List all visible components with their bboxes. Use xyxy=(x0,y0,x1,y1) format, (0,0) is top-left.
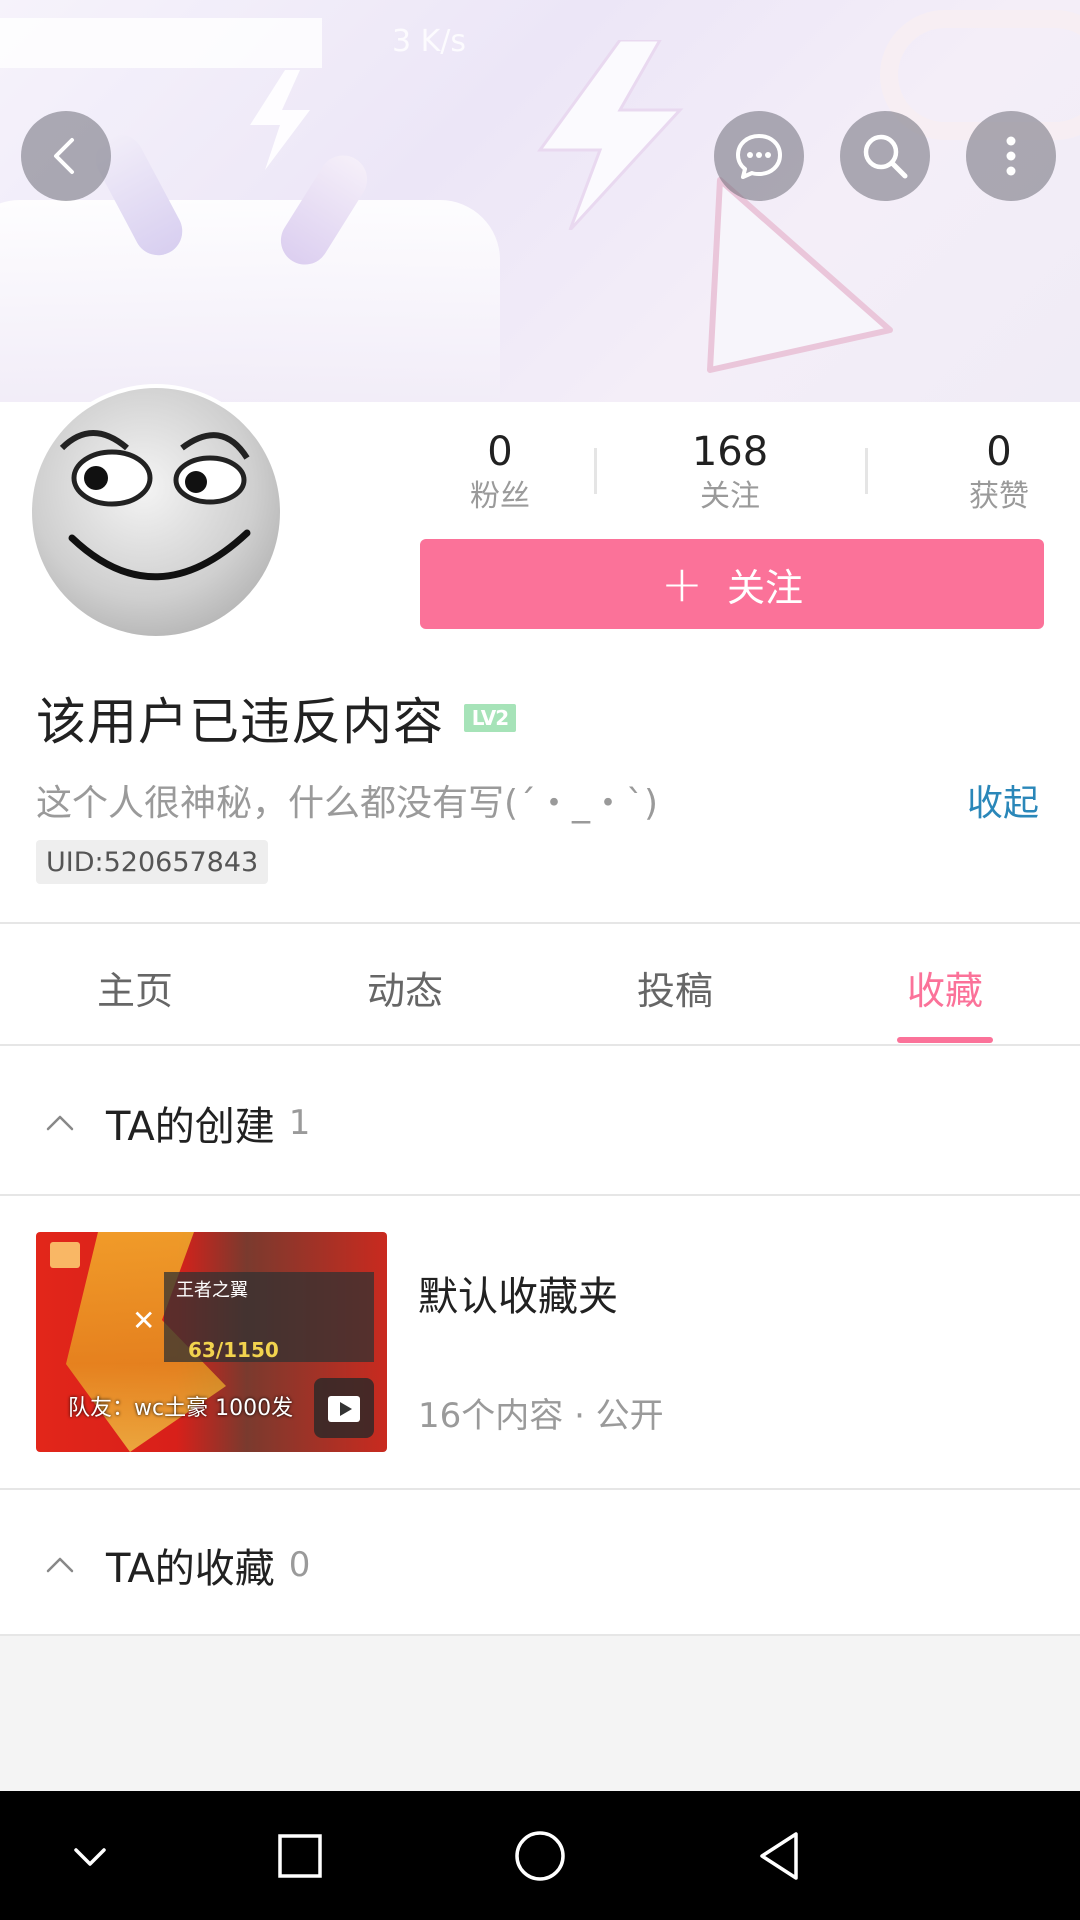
section-count: 0 xyxy=(288,1545,311,1585)
chevron-down-icon xyxy=(74,1848,106,1866)
avatar[interactable] xyxy=(28,384,284,640)
banner-shape xyxy=(0,200,500,402)
tab-home[interactable]: 主页 xyxy=(0,960,270,1015)
tab-uploads[interactable]: 投稿 xyxy=(540,960,810,1015)
stat-value: 168 xyxy=(691,429,769,475)
stat-divider xyxy=(594,448,597,494)
smiley-face-image xyxy=(59,430,251,581)
stat-divider xyxy=(865,448,868,494)
banner-bolt-shape xyxy=(537,40,684,230)
thumbnail-text: 63/1150 xyxy=(188,1338,279,1362)
chevron-up-icon xyxy=(46,1557,74,1573)
more-vertical-icon xyxy=(1006,136,1016,176)
square-icon xyxy=(278,1834,322,1878)
close-icon: ✕ xyxy=(132,1304,156,1337)
stat-likes[interactable]: 0 获赞 xyxy=(919,428,1079,516)
profile-name-row: 该用户已违反内容 LV2 xyxy=(36,682,516,754)
nav-home-button[interactable] xyxy=(505,1821,575,1891)
folder-meta: 16个内容 · 公开 xyxy=(418,1396,664,1436)
system-nav-bar xyxy=(0,1791,1080,1920)
speaker-icon xyxy=(50,1242,80,1268)
stat-label: 获赞 xyxy=(969,479,1029,514)
nav-back-button[interactable] xyxy=(745,1821,815,1891)
status-bar-redacted xyxy=(0,18,322,68)
divider xyxy=(0,1044,1080,1046)
stat-label: 关注 xyxy=(700,479,760,514)
chevron-left-icon xyxy=(54,138,74,174)
back-button[interactable] xyxy=(21,111,111,201)
circle-icon xyxy=(515,1831,565,1881)
triangle-back-icon xyxy=(760,1832,798,1880)
status-bar: 3 K/s xyxy=(0,12,1080,68)
message-button[interactable] xyxy=(714,111,804,201)
search-icon xyxy=(863,134,908,179)
section-created-header[interactable]: TA的创建 1 xyxy=(0,1068,1080,1178)
uid-badge[interactable]: UID:520657843 xyxy=(36,840,269,884)
divider xyxy=(0,922,1080,924)
network-speed: 3 K/s xyxy=(392,24,467,59)
avatar-image xyxy=(32,388,280,636)
folder-thumbnail: ✕ 王者之翼 63/1150 队友：wc土豪 1000发 xyxy=(36,1232,387,1452)
section-count: 1 xyxy=(288,1103,311,1143)
chevron-up-icon xyxy=(46,1115,74,1131)
follow-label: 关注 xyxy=(726,565,803,610)
thumbnail-text: 王者之翼 xyxy=(176,1280,248,1301)
username: 该用户已违反内容 xyxy=(36,693,444,751)
folder-title: 默认收藏夹 xyxy=(418,1274,618,1320)
nav-recents-button[interactable] xyxy=(265,1821,335,1891)
favorite-folder-item[interactable]: ✕ 王者之翼 63/1150 队友：wc土豪 1000发 默认收藏夹 16个内容… xyxy=(36,1232,1046,1452)
nav-hide-button[interactable] xyxy=(55,1821,125,1891)
stat-fans[interactable]: 0 粉丝 xyxy=(420,428,580,516)
tab-favorites[interactable]: 收藏 xyxy=(810,960,1080,1015)
empty-area xyxy=(0,1636,1080,1791)
profile-tabs: 主页 动态 投稿 收藏 xyxy=(0,926,1080,1044)
stat-value: 0 xyxy=(986,429,1012,475)
more-button[interactable] xyxy=(966,111,1056,201)
stat-following[interactable]: 168 关注 xyxy=(650,428,810,516)
chat-bubble-icon xyxy=(736,134,782,179)
stat-label: 粉丝 xyxy=(470,479,530,514)
thumbnail-caption: 队友：wc土豪 1000发 xyxy=(68,1396,294,1421)
section-title: TA的收藏 xyxy=(106,1546,275,1592)
search-button[interactable] xyxy=(840,111,930,201)
banner-play-shape xyxy=(707,177,893,373)
section-favorites-header[interactable]: TA的收藏 0 xyxy=(0,1510,1080,1620)
section-title: TA的创建 xyxy=(106,1104,275,1150)
play-icon xyxy=(314,1378,374,1438)
active-tab-indicator xyxy=(897,1037,993,1043)
stat-value: 0 xyxy=(487,429,513,475)
profile-stats: 0 粉丝 168 关注 0 获赞 xyxy=(420,428,1044,518)
collapse-link[interactable]: 收起 xyxy=(967,774,1039,826)
divider xyxy=(0,1194,1080,1196)
follow-button[interactable]: + 关注 xyxy=(420,539,1044,629)
plus-icon: + xyxy=(661,555,703,613)
banner-bolt-shape xyxy=(250,70,310,170)
bio-text: 这个人很神秘，什么都没有写(´・_・`) xyxy=(36,783,659,824)
level-badge: LV2 xyxy=(464,704,516,732)
divider xyxy=(0,1488,1080,1490)
tab-dynamics[interactable]: 动态 xyxy=(270,960,540,1015)
